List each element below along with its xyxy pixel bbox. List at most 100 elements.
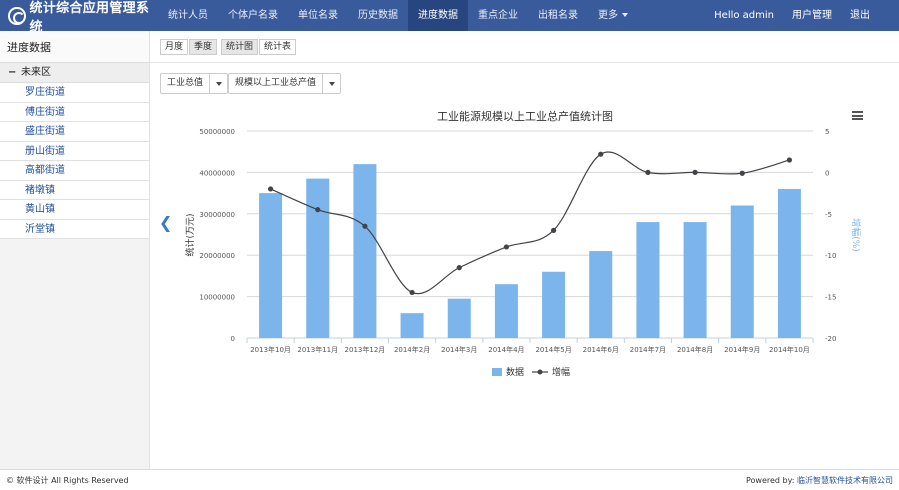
tree-root-label: 未来区 — [21, 67, 51, 78]
x-tick-label: 2014年3月 — [441, 345, 477, 354]
line-point — [267, 186, 274, 192]
chart-area: 工业能源规模以上工业总产值统计图 50000000 40000000 3000000… — [184, 109, 862, 378]
nav-item-units[interactable]: 单位名录 — [288, 0, 348, 31]
company-link[interactable]: 临沂智慧软件技术有限公司 — [797, 476, 893, 485]
chart-title: 工业能源规模以上工业总产值统计图 — [437, 109, 613, 123]
sidebar-item-shengzhuang[interactable]: 盛庄街道 — [0, 122, 149, 142]
nav-item-progress[interactable]: 进度数据 — [408, 0, 468, 31]
tab-chart[interactable]: 统计图 — [221, 39, 259, 55]
sidebar-item-ceshan[interactable]: 册山街道 — [0, 141, 149, 161]
app-title: 统计综合应用管理系统 — [29, 0, 150, 35]
left-axis-ticks: 50000000 40000000 30000000 20000000 10000000… — [199, 128, 235, 343]
tab-month[interactable]: 月度 — [160, 39, 189, 55]
nav-more-label: 更多 — [598, 10, 618, 21]
y-right-tick-label: -20 — [825, 335, 836, 343]
footer: © 软件设计 All Rights Reserved Powered by: 临… — [0, 469, 899, 490]
bar-series — [259, 164, 801, 338]
chevron-down-icon[interactable] — [210, 74, 227, 93]
category-select-value: 工业总值 — [161, 74, 211, 93]
nav-item-history[interactable]: 历史数据 — [348, 0, 408, 31]
app-logo-icon — [8, 6, 26, 25]
sidebar-item-gaodu[interactable]: 高都街道 — [0, 161, 149, 181]
indicator-select[interactable]: 规模以上工业总产值 — [228, 73, 342, 94]
y-left-tick-label: 30000000 — [199, 211, 235, 219]
app-brand[interactable]: 统计综合应用管理系统 — [0, 0, 158, 35]
y-axis-left-label: 统计(万元) — [184, 213, 196, 256]
line-point — [550, 227, 557, 233]
y-left-tick-label: 20000000 — [199, 252, 235, 260]
x-tick-label: 2013年10月 — [250, 345, 291, 354]
x-tick-label: 2013年11月 — [297, 345, 338, 354]
y-right-tick-label: 0 — [825, 169, 829, 177]
x-tick-label: 2014年4月 — [488, 345, 524, 354]
bar — [259, 193, 283, 338]
line-point — [503, 244, 510, 250]
y-left-tick-label: 0 — [231, 335, 235, 343]
bar — [494, 284, 518, 338]
nav-user-management[interactable]: 用户管理 — [783, 0, 841, 31]
view-tabs: 月度 季度 统计图 统计表 — [160, 39, 297, 55]
y-left-tick-label: 10000000 — [199, 294, 235, 302]
line-point — [456, 265, 462, 271]
bar — [777, 188, 801, 338]
x-tick-label: 2013年12月 — [345, 345, 386, 354]
legend-bar-label[interactable]: 数据 — [506, 366, 524, 378]
chevron-down-icon — [622, 13, 628, 17]
sidebar-item-fuzhuang[interactable]: 傅庄街道 — [0, 102, 149, 122]
tab-quarter[interactable]: 季度 — [189, 39, 218, 55]
y-axis-right-label: 增幅(%) — [850, 218, 862, 252]
line-point — [315, 207, 321, 213]
tree-root[interactable]: − 未来区 — [0, 63, 149, 83]
chart-legend: 数据 增幅 — [492, 366, 570, 378]
category-select[interactable]: 工业总值 — [160, 73, 229, 94]
tab-table[interactable]: 统计表 — [259, 39, 297, 55]
bar — [683, 222, 707, 338]
bar — [589, 251, 613, 338]
line-point — [739, 170, 745, 176]
line-point — [362, 223, 368, 229]
nav-item-rental[interactable]: 出租名录 — [528, 0, 588, 31]
x-tick-label: 2014年5月 — [535, 345, 571, 354]
y-left-tick-label: 50000000 — [199, 128, 235, 136]
nav-item-more[interactable]: 更多 — [588, 0, 638, 31]
copyright: © 软件设计 All Rights Reserved — [6, 476, 129, 485]
user-nav: Hello admin 用户管理 退出 — [705, 0, 879, 31]
x-tick-label: 2014年9月 — [724, 345, 760, 354]
nav-item-individual[interactable]: 个体户名录 — [218, 0, 288, 31]
sidebar-item-huangshan[interactable]: 黄山镇 — [0, 200, 149, 220]
y-right-tick-label: 5 — [825, 128, 829, 136]
sidebar: 进度数据 − 未来区 罗庄街道 傅庄街道 盛庄街道 册山街道 高都街道 褚墩镇 黄… — [0, 31, 150, 469]
sidebar-item-chudun[interactable]: 褚墩镇 — [0, 180, 149, 200]
y-left-tick-label: 40000000 — [199, 169, 235, 177]
x-tick-label: 2014年7月 — [630, 345, 666, 354]
line-point — [409, 289, 415, 296]
bar — [730, 205, 754, 338]
bar — [306, 178, 330, 338]
line-series — [270, 151, 790, 295]
x-tick-label: 2014年2月 — [394, 345, 430, 354]
legend-line-marker — [537, 369, 543, 375]
x-axis-ticks: 2013年10月 2013年11月 2013年12月 2014年2月 2014年3月 20… — [246, 338, 814, 354]
main-content: 月度 季度 统计图 统计表 工业总值 规模以上工业总产值 ❮ 工业能源规模以上工… — [150, 31, 899, 469]
y-right-tick-label: -10 — [825, 252, 836, 260]
top-navbar: 统计综合应用管理系统 统计人员 个体户名录 单位名录 历史数据 进度数据 重点企… — [0, 0, 899, 35]
collapse-icon[interactable]: − — [8, 63, 16, 83]
bar — [353, 164, 377, 338]
nav-item-key-enterprise[interactable]: 重点企业 — [468, 0, 528, 31]
bar — [400, 313, 424, 338]
right-axis-ticks: 5 0 -5 -10 -15 -20 — [825, 128, 836, 343]
chevron-down-icon[interactable] — [323, 74, 340, 93]
line-point — [598, 151, 604, 157]
sidebar-item-luozhuang[interactable]: 罗庄街道 — [0, 83, 149, 103]
nav-item-staff[interactable]: 统计人员 — [158, 0, 218, 31]
sidebar-item-yitang[interactable]: 沂堂镇 — [0, 219, 149, 239]
greeting[interactable]: Hello admin — [705, 0, 783, 31]
y-right-tick-label: -5 — [825, 211, 832, 219]
logout-link[interactable]: 退出 — [841, 0, 879, 31]
bar — [636, 222, 660, 338]
legend-line-label[interactable]: 增幅 — [552, 366, 570, 378]
line-point — [786, 157, 793, 163]
bar — [447, 298, 471, 338]
divider — [150, 62, 899, 63]
indicator-select-value: 规模以上工业总产值 — [229, 74, 324, 93]
